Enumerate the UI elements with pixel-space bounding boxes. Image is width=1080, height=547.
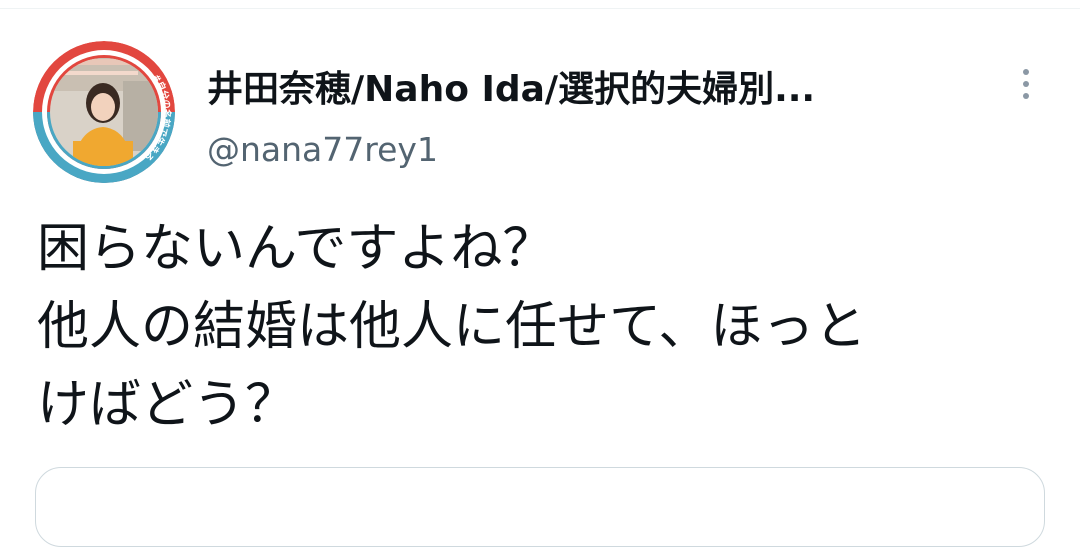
author-display-name[interactable]: 井田奈穂/Naho Ida/選択的夫婦別... (207, 60, 815, 112)
profile-photo-avatar-icon: #自分の名前で生きる (33, 41, 175, 183)
tweet-text-line: 困らないんですよね？ (37, 219, 555, 279)
quoted-tweet-card[interactable] (35, 467, 1045, 547)
more-vertical-icon (1023, 69, 1029, 75)
tweet-text-line: けばどう？ (37, 375, 298, 435)
tweet: #自分の名前で生きる 井田奈穂/Naho Ida/選択的夫婦別... @nana… (0, 0, 1080, 547)
more-vertical-icon-dot-3 (1023, 93, 1029, 99)
author-handle[interactable]: @nana77rey1 (207, 130, 438, 169)
more-vertical-icon-dot-2 (1023, 81, 1029, 87)
author-avatar[interactable]: #自分の名前で生きる (33, 41, 175, 183)
more-options-button[interactable] (1010, 62, 1042, 106)
tweet-text-line: 他人の結婚は他人に任せて、ほっと (37, 297, 867, 357)
tweet-text: 困らないんですよね？ 他人の結婚は他人に任せて、ほっと けばどう？ (37, 210, 1047, 444)
